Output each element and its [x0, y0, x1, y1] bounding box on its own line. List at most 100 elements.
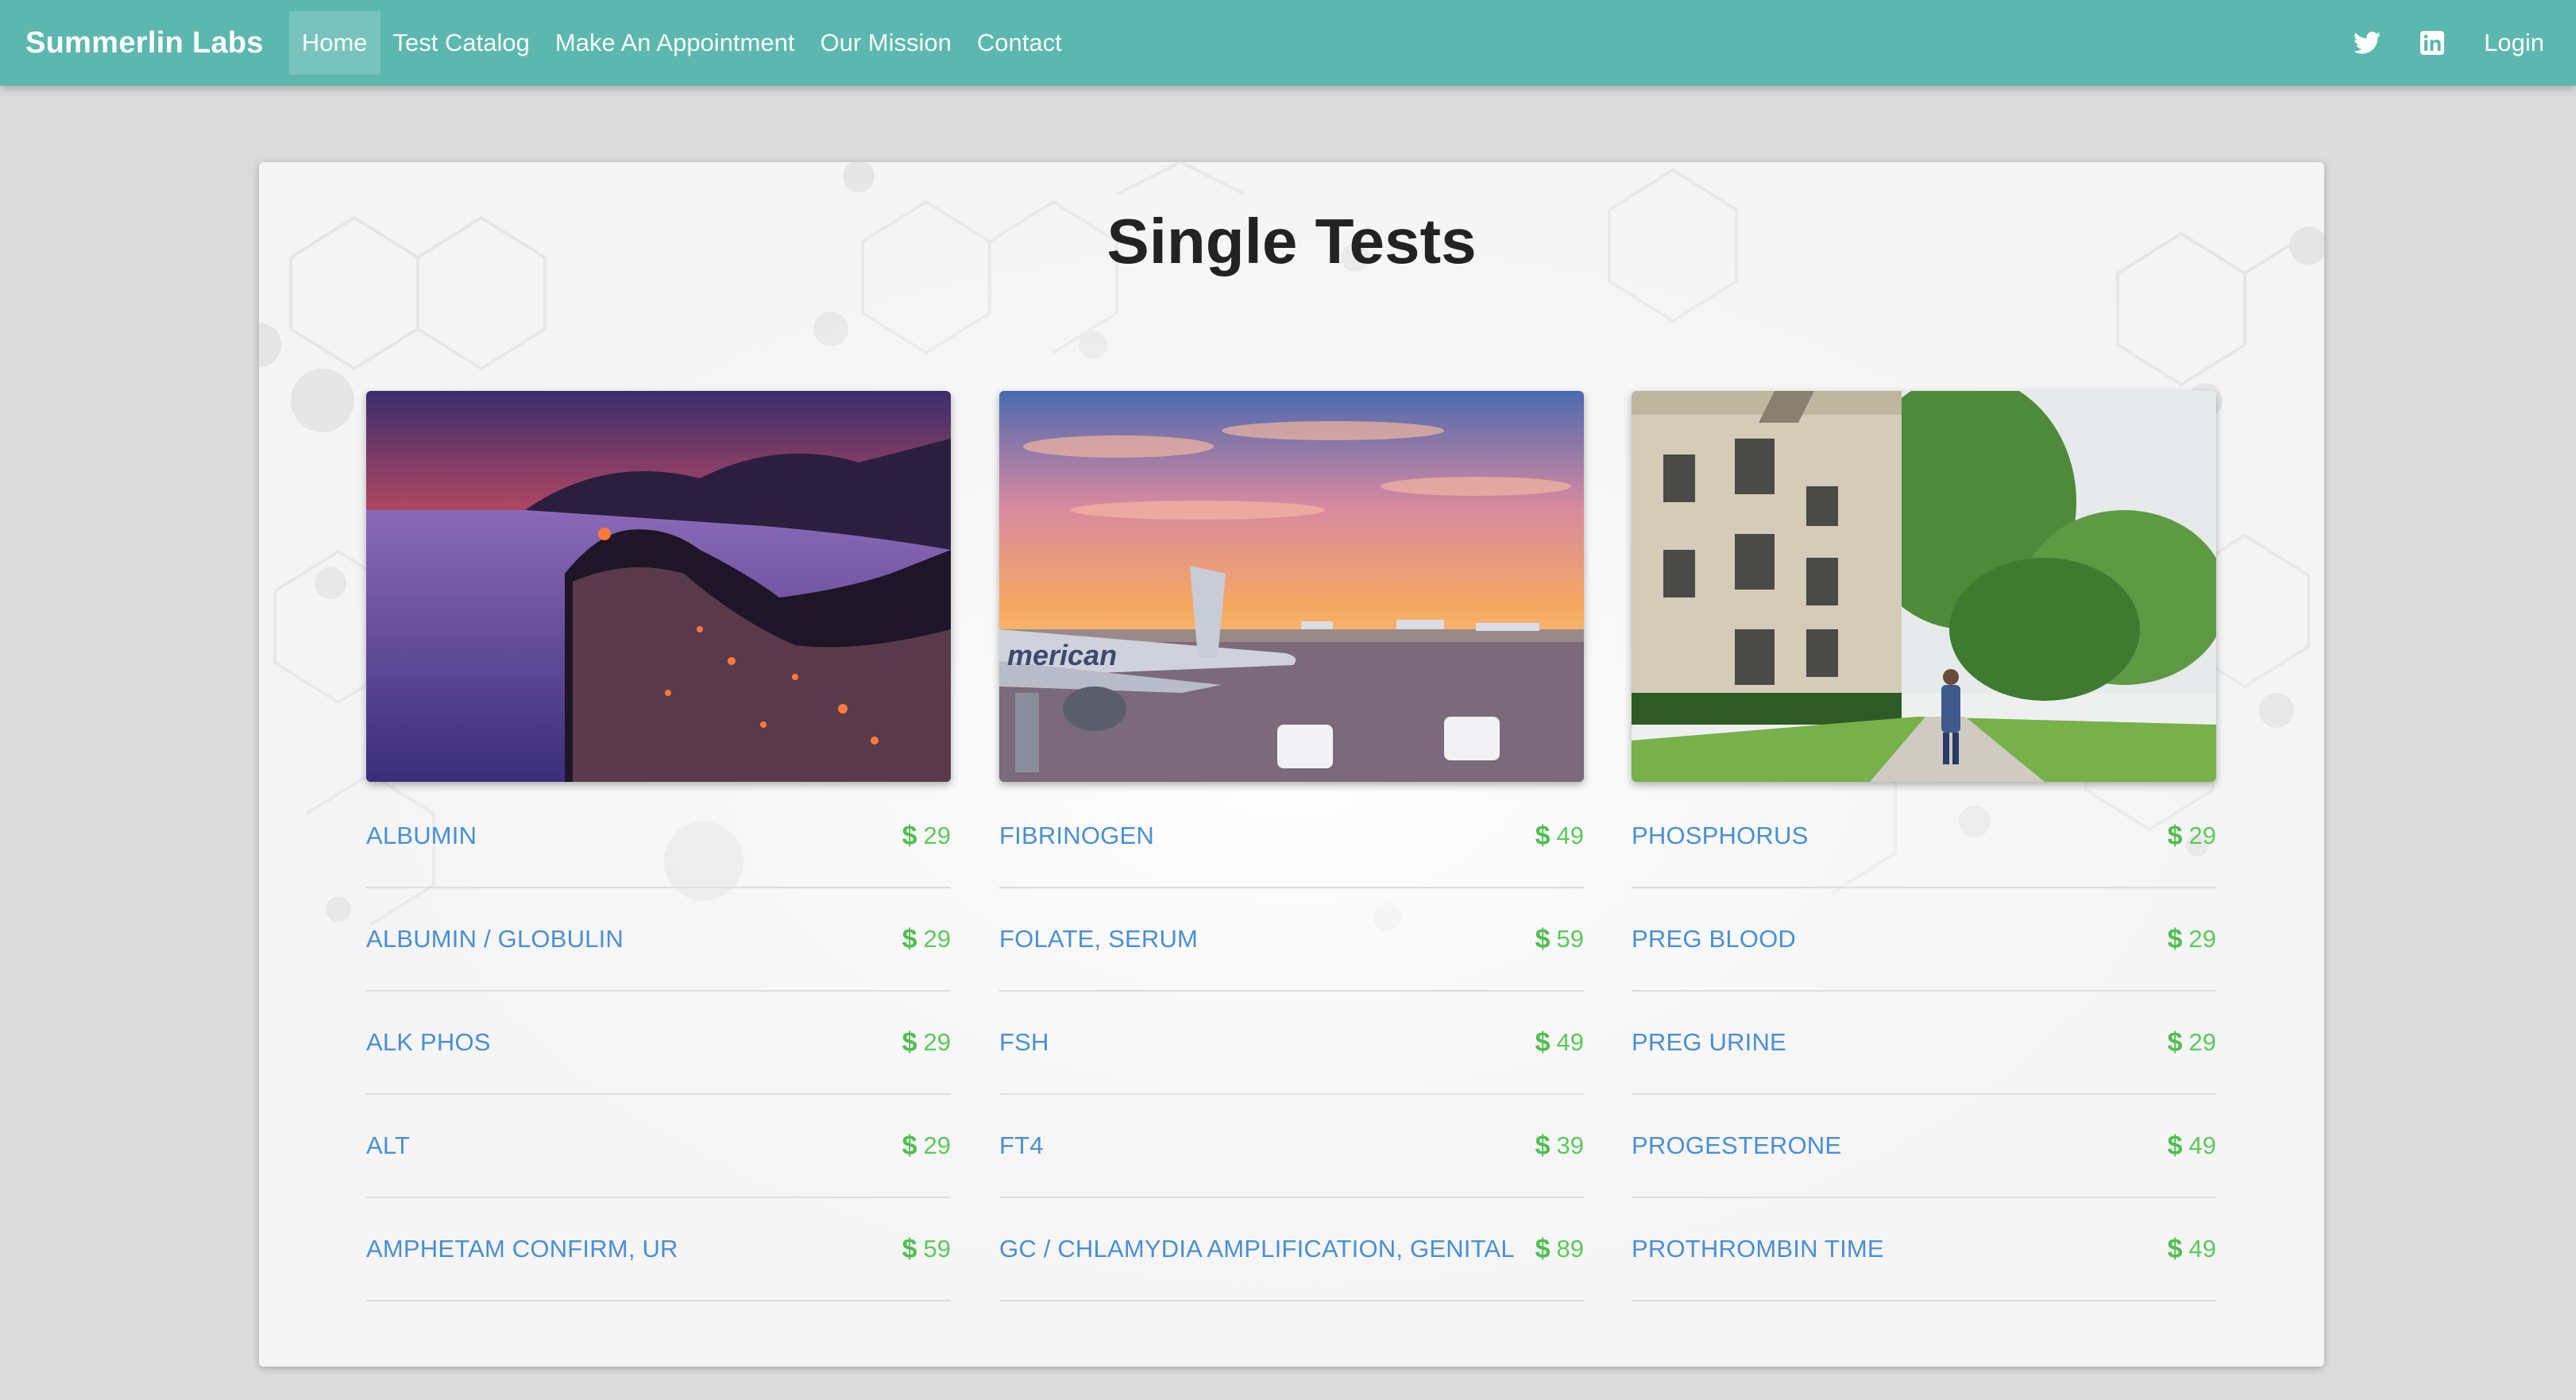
twitter-icon[interactable]: [2354, 29, 2381, 56]
college-garden-image: [1632, 391, 2216, 782]
price-value: 49: [1556, 822, 1584, 849]
price-value: 29: [2188, 822, 2216, 849]
tests-column-3: PHOSPHORUS $29 PREG BLOOD $29 PREG URINE…: [1632, 391, 2216, 1301]
card-content: Single Tests ALBUMIN $ 29 ALBUMIN / GLOB…: [259, 162, 2324, 1367]
price-value: 29: [923, 1028, 951, 1056]
dollar-icon: $: [1535, 1130, 1551, 1161]
coastal-village-image: [366, 391, 951, 782]
airport-image: merican: [999, 391, 1584, 782]
test-row[interactable]: GC / CHLAMYDIA AMPLIFICATION, GENITAL $8…: [999, 1198, 1584, 1301]
test-price: $49: [1535, 821, 1584, 852]
svg-text:merican: merican: [1007, 639, 1117, 671]
dollar-icon: $: [902, 820, 917, 851]
test-price: $29: [902, 1027, 951, 1058]
test-row[interactable]: FIBRINOGEN $49: [999, 785, 1584, 888]
nav-link-make-appointment[interactable]: Make An Appointment: [543, 11, 808, 75]
price-value: 39: [1556, 1131, 1584, 1159]
dollar-icon: $: [2167, 820, 2183, 851]
tests-column-2: merican FIBRINOGEN $49 FOLATE, SERUM $59…: [999, 391, 1584, 1301]
dollar-icon: $: [902, 1027, 917, 1058]
price-value: 29: [2188, 925, 2216, 953]
price-value: 49: [2188, 1235, 2216, 1263]
dollar-icon: $: [902, 1233, 917, 1264]
test-row[interactable]: PREG BLOOD $29: [1632, 888, 2216, 992]
test-row[interactable]: ALBUMIN $29: [366, 785, 951, 888]
test-price: $29: [2168, 1027, 2216, 1058]
tests-list-1: ALBUMIN $29 ALBUMIN / GLOBULIN $29 ALK P…: [366, 785, 951, 1301]
price-value: 59: [1556, 925, 1584, 953]
test-name[interactable]: PREG BLOOD: [1632, 925, 1796, 953]
test-name[interactable]: PHOSPHORUS: [1632, 822, 1808, 850]
test-price: $29: [2168, 924, 2216, 955]
brand-logo[interactable]: Summerlin Labs: [25, 26, 264, 60]
test-name[interactable]: AMPHETAM CONFIRM, UR: [366, 1235, 678, 1263]
price-value: 49: [2188, 1131, 2216, 1159]
test-row[interactable]: ALT $29: [366, 1095, 951, 1198]
price-value: 29: [923, 822, 951, 849]
dollar-icon: $: [902, 923, 917, 954]
tests-list-2: FIBRINOGEN $49 FOLATE, SERUM $59 FSH $49…: [999, 785, 1584, 1301]
navbar: Summerlin Labs Home Test Catalog Make An…: [0, 0, 2576, 86]
price-value: 29: [923, 925, 951, 953]
test-row[interactable]: PROGESTERONE $49: [1632, 1095, 2216, 1198]
test-row[interactable]: FOLATE, SERUM $59: [999, 888, 1584, 992]
dollar-icon: $: [2167, 1027, 2183, 1058]
test-row[interactable]: PREG URINE $29: [1632, 992, 2216, 1095]
nav-link-test-catalog[interactable]: Test Catalog: [380, 11, 543, 75]
test-name[interactable]: FT4: [999, 1131, 1044, 1160]
tests-column-1: ALBUMIN $29 ALBUMIN / GLOBULIN $29 ALK P…: [366, 391, 951, 1301]
test-name[interactable]: PROGESTERONE: [1632, 1131, 1841, 1160]
test-price: $59: [902, 1234, 951, 1265]
test-price: $29: [902, 924, 951, 955]
test-row[interactable]: ALBUMIN / GLOBULIN $29: [366, 888, 951, 992]
dollar-icon: $: [1535, 1233, 1551, 1264]
test-price: $59: [1535, 924, 1584, 955]
price-value: 59: [923, 1235, 951, 1263]
dollar-icon: $: [2167, 1130, 2183, 1161]
test-price: $89: [1535, 1234, 1584, 1265]
tests-card: Single Tests ALBUMIN $ 29 ALBUMIN / GLOB…: [259, 162, 2324, 1367]
dollar-icon: $: [1535, 820, 1551, 851]
test-name[interactable]: PREG URINE: [1632, 1028, 1786, 1057]
nav-link-contact[interactable]: Contact: [964, 11, 1075, 75]
test-row[interactable]: ALK PHOS $29: [366, 992, 951, 1095]
test-row[interactable]: AMPHETAM CONFIRM, UR $59: [366, 1198, 951, 1301]
linkedin-icon[interactable]: [2419, 29, 2446, 56]
test-price: $29: [902, 821, 951, 852]
test-row[interactable]: FSH $49: [999, 992, 1584, 1095]
test-price: $39: [1535, 1131, 1584, 1162]
nav-right: Login: [2354, 0, 2544, 86]
test-name[interactable]: ALBUMIN: [366, 822, 477, 850]
test-name[interactable]: ALT: [366, 1131, 410, 1160]
test-price: $49: [2168, 1234, 2216, 1265]
dollar-icon: $: [1535, 923, 1551, 954]
test-price: $29: [2168, 821, 2216, 852]
test-name[interactable]: ALK PHOS: [366, 1028, 491, 1057]
test-price: $49: [2168, 1131, 2216, 1162]
nav-link-home[interactable]: Home: [288, 11, 380, 75]
test-name[interactable]: PROTHROMBIN TIME: [1632, 1235, 1884, 1263]
login-link[interactable]: Login: [2484, 29, 2544, 57]
dollar-icon: $: [2167, 923, 2183, 954]
test-price: $29: [902, 1131, 951, 1162]
nav-link-our-mission[interactable]: Our Mission: [807, 11, 964, 75]
dollar-icon: $: [1535, 1027, 1551, 1058]
test-row[interactable]: PHOSPHORUS $29: [1632, 785, 2216, 888]
test-name[interactable]: ALBUMIN / GLOBULIN: [366, 925, 624, 953]
test-name[interactable]: FSH: [999, 1028, 1049, 1057]
dollar-icon: $: [2167, 1233, 2183, 1264]
test-row[interactable]: PROTHROMBIN TIME $49: [1632, 1198, 2216, 1301]
test-price: $49: [1535, 1027, 1584, 1058]
price-value: 29: [2188, 1028, 2216, 1056]
price-value: 89: [1556, 1235, 1584, 1263]
test-name[interactable]: FIBRINOGEN: [999, 822, 1154, 850]
test-name[interactable]: FOLATE, SERUM: [999, 925, 1198, 953]
test-name[interactable]: GC / CHLAMYDIA AMPLIFICATION, GENITAL: [999, 1235, 1515, 1263]
nav-links: Home Test Catalog Make An Appointment Ou…: [288, 0, 1075, 86]
test-row[interactable]: FT4 $39: [999, 1095, 1584, 1198]
tests-list-3: PHOSPHORUS $29 PREG BLOOD $29 PREG URINE…: [1632, 785, 2216, 1301]
price-value: 49: [1556, 1028, 1584, 1056]
dollar-icon: $: [902, 1130, 917, 1161]
page-title: Single Tests: [1106, 206, 1477, 277]
price-value: 29: [923, 1131, 951, 1159]
